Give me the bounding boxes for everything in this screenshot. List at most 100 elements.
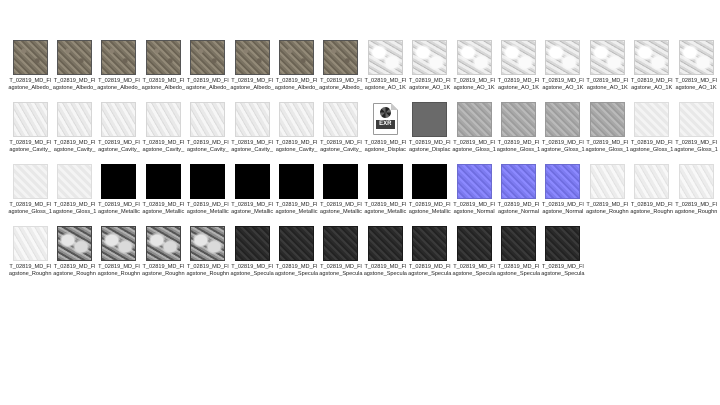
file-item[interactable]: T_02819_MD_Flagstone_Albedo_1K_LOD1 — [97, 40, 141, 102]
file-thumbnail — [545, 226, 581, 261]
file-item[interactable]: T_02819_MD_Flagstone_Metallic_1K_LOD1 — [186, 164, 230, 226]
file-thumbnail — [279, 102, 315, 137]
file-item[interactable]: T_02819_MD_Flagstone_Specular_1K — [230, 226, 274, 288]
file-item[interactable]: T_02819_MD_Flagstone_Metallic_1K_LOD6 — [408, 164, 452, 226]
file-item[interactable]: T_02819_MD_Flagstone_Specular_1K_LOD1 — [319, 226, 363, 288]
file-thumbnail — [101, 164, 137, 199]
file-name-label: T_02819_MD_Flagstone_Specular_1K_LOD1 — [319, 264, 363, 278]
file-thumbnail — [279, 164, 315, 199]
file-item[interactable]: T_02819_MD_Flagstone_Cavity_1K_LOD4 — [230, 102, 274, 164]
file-thumbnail — [57, 102, 93, 137]
file-name-label: T_02819_MD_Flagstone_Cavity_1K_LOD5 — [275, 140, 318, 154]
file-item[interactable]: T_02819_MD_Flagstone_Cavity_1K_LOD2 — [141, 102, 185, 164]
file-name-label: T_02819_MD_Flagstone_AO_1K_LOD1 — [453, 78, 495, 92]
file-item[interactable]: T_02819_MD_Flagstone_Gloss_1K_LOD4 — [674, 102, 718, 164]
file-name-label: T_02819_MD_Flagstone_AO_1K_LOD0 — [408, 78, 451, 92]
file-item[interactable]: T_02819_MD_Flagstone_Specular_1K_LOD4 — [452, 226, 496, 288]
file-name-label: T_02819_MD_Flagstone_Gloss_1K_LOD5 — [8, 202, 52, 216]
exr-badge: EXR — [375, 120, 395, 129]
file-item[interactable]: T_02819_MD_Flagstone_AO_1K_LOD3 — [541, 40, 585, 102]
file-item[interactable]: T_02819_MD_Flagstone_Roughness_1K — [585, 164, 629, 226]
file-name-label: T_02819_MD_Flagstone_Normal_1K_LOD6 — [542, 202, 584, 216]
file-name-label: T_02819_MD_Flagstone_AO_1K_LOD3 — [542, 78, 584, 92]
file-thumbnail — [634, 40, 670, 75]
file-item[interactable]: T_02819_MD_Flagstone_Metallic_1K_LOD4 — [319, 164, 363, 226]
file-item[interactable]: T_02819_MD_Flagstone_Roughness_1K_LOD6 — [186, 226, 230, 288]
file-item[interactable]: T_02819_MD_Flagstone_Metallic_1K_LOD0 — [141, 164, 185, 226]
file-thumbnail — [234, 40, 270, 75]
file-item[interactable]: T_02819_MD_Flagstone_Roughness_1K_LOD0 — [629, 164, 673, 226]
file-item[interactable]: T_02819_MD_Flagstone_Cavity_1K_LOD6 — [319, 102, 363, 164]
file-name-label: T_02819_MD_Flagstone_AO_1K_LOD4 — [586, 78, 629, 92]
file-item[interactable]: EXR T_02819_MD_Flagstone_Displacement_1K — [363, 102, 407, 164]
file-item[interactable]: T_02819_MD_Flagstone_Gloss_1K_LOD0 — [496, 102, 540, 164]
file-item[interactable]: T_02819_MD_Flagstone_Metallic_1K_LOD5 — [363, 164, 407, 226]
file-name-label: T_02819_MD_Flagstone_Cavity_1K_LOD6 — [320, 140, 362, 154]
file-name-label: T_02819_MD_Flagstone_Roughness_1K_LOD4 — [97, 264, 141, 278]
file-item[interactable]: T_02819_MD_Flagstone_Albedo_1K_LOD5 — [274, 40, 318, 102]
file-item[interactable]: T_02819_MD_Flagstone_AO_1K_LOD2 — [496, 40, 540, 102]
file-name-label: T_02819_MD_Flagstone_Metallic_1K_LOD1 — [186, 202, 229, 216]
file-name-label: T_02819_MD_Flagstone_Metallic_1K_LOD0 — [142, 202, 185, 216]
file-item[interactable]: T_02819_MD_Flagstone_Normal_1K_LOD5 — [496, 164, 540, 226]
file-thumbnail — [412, 40, 448, 75]
file-item[interactable]: T_02819_MD_Flagstone_Albedo_1K_LOD3 — [186, 40, 230, 102]
file-name-label: T_02819_MD_Flagstone_Albedo_1K_LOD1 — [97, 78, 141, 92]
file-thumbnail — [412, 164, 448, 199]
file-item[interactable]: T_02819_MD_Flagstone_AO_1K_LOD5 — [629, 40, 673, 102]
file-item[interactable]: T_02819_MD_Flagstone_Normal_1K_LOD6 — [541, 164, 585, 226]
file-item[interactable]: T_02819_MD_Flagstone_Gloss_1K_LOD2 — [585, 102, 629, 164]
file-item[interactable]: T_02819_MD_Flagstone_Metallic_1K — [97, 164, 141, 226]
file-thumbnail — [234, 226, 270, 261]
file-item[interactable]: T_02819_MD_Flagstone_Cavity_1K_LOD5 — [274, 102, 318, 164]
file-item[interactable]: T_02819_MD_Flagstone_Gloss_1K — [452, 102, 496, 164]
file-thumbnail — [456, 226, 492, 261]
file-item[interactable]: T_02819_MD_Flagstone_Metallic_1K_LOD2 — [230, 164, 274, 226]
file-thumbnail — [500, 226, 536, 261]
file-item[interactable]: T_02819_MD_Flagstone_AO_1K — [363, 40, 407, 102]
file-item[interactable]: T_02819_MD_Flagstone_Roughness_1K_LOD1 — [674, 164, 718, 226]
file-item[interactable]: T_02819_MD_Flagstone_Albedo_1K_LOD6 — [319, 40, 363, 102]
file-item[interactable]: T_02819_MD_Flagstone_Cavity_1K — [8, 102, 52, 164]
file-item[interactable]: T_02819_MD_Flagstone_Albedo_1K_LOD4 — [230, 40, 274, 102]
file-item[interactable]: T_02819_MD_Flagstone_Roughness_1K_LOD3 — [52, 226, 96, 288]
file-item[interactable]: T_02819_MD_Flagstone_Cavity_1K_LOD0 — [52, 102, 96, 164]
file-name-label: T_02819_MD_Flagstone_Metallic_1K_LOD3 — [275, 202, 318, 216]
file-item[interactable]: T_02819_MD_Flagstone_Specular_1K_LOD2 — [363, 226, 407, 288]
file-item[interactable]: T_02819_MD_Flagstone_Cavity_1K_LOD1 — [97, 102, 141, 164]
file-item[interactable]: T_02819_MD_Flagstone_Roughness_1K_LOD4 — [97, 226, 141, 288]
file-item[interactable]: T_02819_MD_Flagstone_AO_1K_LOD0 — [408, 40, 452, 102]
file-thumbnail — [323, 40, 359, 75]
file-thumbnail — [145, 164, 181, 199]
file-item[interactable]: T_02819_MD_Flagstone_Specular_1K_LOD3 — [408, 226, 452, 288]
file-item[interactable]: T_02819_MD_Flagstone_Gloss_1K_LOD5 — [8, 164, 52, 226]
file-item[interactable]: T_02819_MD_Flagstone_Displacement_1K — [408, 102, 452, 164]
file-item[interactable]: T_02819_MD_Flagstone_Metallic_1K_LOD3 — [274, 164, 318, 226]
file-name-label: T_02819_MD_Flagstone_Albedo_1K_LOD4 — [230, 78, 274, 92]
aperture-icon — [379, 107, 391, 118]
file-item[interactable]: T_02819_MD_Flagstone_Roughness_1K_LOD5 — [141, 226, 185, 288]
file-item[interactable]: T_02819_MD_Flagstone_Gloss_1K_LOD6 — [52, 164, 96, 226]
file-item[interactable]: T_02819_MD_Flagstone_Gloss_1K_LOD3 — [629, 102, 673, 164]
file-item[interactable]: T_02819_MD_Flagstone_Cavity_1K_LOD3 — [186, 102, 230, 164]
file-thumbnail — [412, 226, 448, 261]
file-item[interactable]: T_02819_MD_Flagstone_Specular_1K_LOD6 — [541, 226, 585, 288]
file-thumbnail — [367, 226, 403, 261]
file-name-label: T_02819_MD_Flagstone_Albedo_1K — [8, 78, 52, 92]
file-thumbnail — [57, 40, 93, 75]
file-item[interactable]: T_02819_MD_Flagstone_Normal_1K_LOD4 — [452, 164, 496, 226]
file-item[interactable]: T_02819_MD_Flagstone_Roughness_1K_LOD2 — [8, 226, 52, 288]
file-item[interactable]: T_02819_MD_Flagstone_AO_1K_LOD1 — [452, 40, 496, 102]
file-thumbnail — [500, 40, 536, 75]
file-item[interactable]: T_02819_MD_Flagstone_Albedo_1K — [8, 40, 52, 102]
file-item[interactable]: T_02819_MD_Flagstone_Albedo_1K_LOD2 — [141, 40, 185, 102]
file-item[interactable]: T_02819_MD_Flagstone_Specular_1K_LOD5 — [496, 226, 540, 288]
file-item[interactable]: T_02819_MD_Flagstone_Specular_1K_LOD0 — [274, 226, 318, 288]
file-item[interactable]: T_02819_MD_Flagstone_Albedo_1K_LOD0 — [52, 40, 96, 102]
file-thumbnail — [101, 102, 137, 137]
file-item[interactable]: T_02819_MD_Flagstone_AO_1K_LOD6 — [674, 40, 718, 102]
file-item[interactable]: T_02819_MD_Flagstone_AO_1K_LOD4 — [585, 40, 629, 102]
file-name-label: T_02819_MD_Flagstone_Specular_1K_LOD0 — [274, 264, 319, 278]
file-item[interactable]: T_02819_MD_Flagstone_Gloss_1K_LOD1 — [541, 102, 585, 164]
file-name-label: T_02819_MD_Flagstone_AO_1K_LOD5 — [630, 78, 673, 92]
